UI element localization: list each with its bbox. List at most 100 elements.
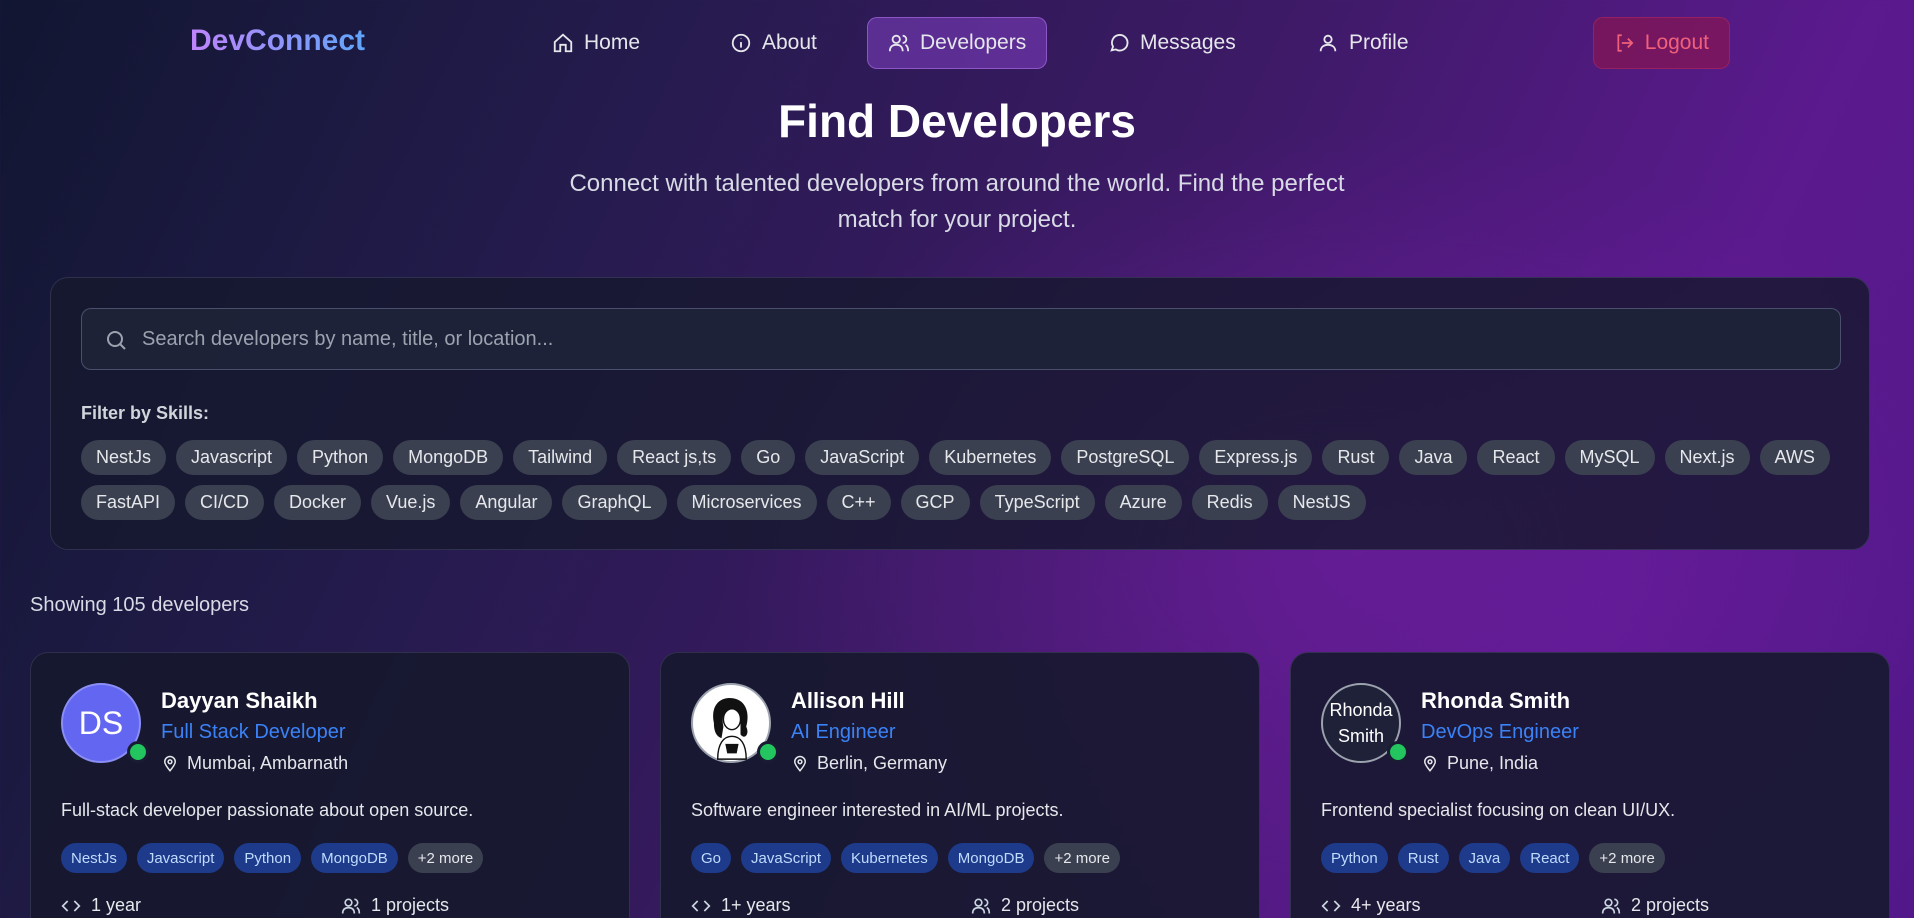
developer-card[interactable]: DS Dayyan Shaikh Full Stack Developer Mu…	[30, 652, 630, 918]
avatar-alt-text: Rhonda Smith	[1329, 700, 1393, 746]
skill-filter-chip[interactable]: C++	[826, 485, 891, 520]
more-skills-badge: +2 more	[1589, 843, 1665, 873]
message-icon	[1110, 34, 1129, 52]
projects-text: 1 projects	[371, 895, 450, 915]
users-icon	[341, 898, 361, 914]
skill-filter-chip[interactable]: Tailwind	[513, 440, 608, 475]
nav-messages[interactable]: Messages	[1088, 17, 1256, 69]
more-skills-badge: +2 more	[407, 843, 484, 873]
user-icon	[1319, 34, 1337, 52]
filter-panel: Filter by Skills: NestJs Javascript Python…	[50, 277, 1870, 550]
projects-text: 2 projects	[1631, 895, 1710, 915]
avatar[interactable]	[691, 683, 779, 763]
top-navbar: DevConnect Home About Developers Message…	[0, 0, 1914, 86]
skill-filter-chip[interactable]: React js,ts	[617, 440, 732, 475]
developer-name[interactable]: Rhonda Smith	[1421, 688, 1570, 714]
skill-filter-chip[interactable]: Express.js	[1199, 440, 1313, 475]
developer-title: Full Stack Developer	[161, 721, 346, 743]
developer-bio: Frontend specialist focusing on clean UI…	[1321, 800, 1676, 820]
skill-filter-chip[interactable]: Redis	[1191, 485, 1268, 520]
developer-name[interactable]: Dayyan Shaikh	[161, 688, 318, 714]
skill-tag: Go	[691, 843, 732, 873]
nav-home-label: Home	[584, 31, 641, 54]
avatar-initials: DS	[78, 704, 124, 741]
logout-button[interactable]: Logout	[1593, 17, 1730, 69]
experience-text: 4+ years	[1351, 895, 1421, 915]
more-skills-badge: +2 more	[1044, 843, 1120, 873]
skill-tag: React	[1520, 843, 1580, 873]
developer-skill-tags: NestJs Javascript Python MongoDB +2 more	[61, 843, 484, 873]
skill-tag: MongoDB	[947, 843, 1035, 873]
developer-name[interactable]: Allison Hill	[791, 688, 905, 714]
developer-card-list: DS Dayyan Shaikh Full Stack Developer Mu…	[30, 652, 1890, 918]
page-title: Find Developers	[778, 95, 1136, 147]
developer-experience: 1+ years	[691, 895, 791, 916]
search-icon	[107, 331, 126, 350]
skill-filter-chip[interactable]: MySQL	[1564, 440, 1655, 475]
skill-tag: Python	[234, 843, 302, 873]
code-icon	[61, 899, 81, 912]
skill-filter-chip[interactable]: GraphQL	[562, 485, 667, 520]
developer-location: Mumbai, Ambarnath	[161, 753, 348, 774]
users-icon	[888, 34, 910, 52]
nav-developers-label: Developers	[920, 31, 1027, 54]
skill-tag: Javascript	[136, 843, 225, 873]
developer-title: DevOps Engineer	[1421, 721, 1579, 743]
nav-home[interactable]: Home	[532, 17, 660, 69]
developer-title: AI Engineer	[791, 721, 896, 743]
avatar[interactable]: DS	[61, 683, 149, 763]
skill-filter-chip[interactable]: NestJs	[81, 440, 167, 475]
nav-profile-label: Profile	[1349, 31, 1409, 54]
skill-filter-chip[interactable]: NestJS	[1277, 485, 1366, 520]
location-text: Mumbai, Ambarnath	[187, 753, 349, 773]
skill-filter-chip[interactable]: Microservices	[676, 485, 817, 520]
developer-card[interactable]: Allison Hill AI Engineer Berlin, Germany…	[660, 652, 1260, 918]
nav-about-label: About	[762, 31, 817, 54]
avatar[interactable]: Rhonda Smith	[1321, 683, 1409, 763]
skill-tag: NestJs	[61, 843, 127, 873]
users-icon	[971, 898, 991, 914]
skill-filter-chip[interactable]: PostgreSQL	[1061, 440, 1190, 475]
developer-experience: 1 year	[61, 895, 141, 916]
skill-filter-chip[interactable]: FastAPI	[81, 485, 176, 520]
experience-text: 1+ years	[721, 895, 791, 915]
skill-filter-chip[interactable]: Vue.js	[371, 485, 451, 520]
search-input[interactable]	[142, 309, 1822, 369]
developer-location: Pune, India	[1421, 753, 1538, 774]
skill-filter-list: NestJs Javascript Python MongoDB Tailwind Rea…	[81, 440, 1851, 520]
skill-filter-chip[interactable]: CI/CD	[185, 485, 265, 520]
nav-about[interactable]: About	[710, 17, 837, 69]
skill-tag: Kubernetes	[841, 843, 938, 873]
skill-filter-chip[interactable]: Go	[741, 440, 796, 475]
skill-filter-chip[interactable]: Javascript	[176, 440, 288, 475]
developer-location: Berlin, Germany	[791, 753, 947, 774]
location-pin-icon	[1423, 755, 1437, 772]
location-text: Berlin, Germany	[817, 753, 948, 773]
skill-filter-chip[interactable]: Rust	[1322, 440, 1390, 475]
skill-filter-chip[interactable]: MongoDB	[393, 440, 504, 475]
nav-profile[interactable]: Profile	[1297, 17, 1429, 69]
developer-skill-tags: Python Rust Java React +2 more	[1321, 843, 1665, 873]
developer-card[interactable]: Rhonda Smith Rhonda Smith DevOps Enginee…	[1290, 652, 1890, 918]
skill-filter-chip[interactable]: Java	[1399, 440, 1468, 475]
skill-filter-chip[interactable]: Kubernetes	[929, 440, 1052, 475]
skill-filter-chip[interactable]: Angular	[460, 485, 553, 520]
nav-developers[interactable]: Developers	[867, 17, 1048, 69]
experience-text: 1 year	[91, 895, 142, 915]
logout-label: Logout	[1644, 31, 1709, 54]
skill-filter-chip[interactable]: JavaScript	[805, 440, 920, 475]
skill-filter-chip[interactable]: Azure	[1104, 485, 1182, 520]
users-icon	[1601, 898, 1621, 914]
skill-filter-chip[interactable]: React	[1477, 440, 1555, 475]
skill-filter-chip[interactable]: Next.js	[1664, 440, 1750, 475]
skill-filter-chip[interactable]: Python	[297, 440, 384, 475]
skill-filter-chip[interactable]: Docker	[274, 485, 362, 520]
developer-experience: 4+ years	[1321, 895, 1421, 916]
skill-filter-chip[interactable]: TypeScript	[979, 485, 1095, 520]
code-icon	[1321, 899, 1341, 912]
skill-filter-chip[interactable]: AWS	[1759, 440, 1830, 475]
brand-logo[interactable]: DevConnect	[190, 24, 365, 58]
skill-tag: Java	[1458, 843, 1511, 873]
skill-filter-chip[interactable]: GCP	[900, 485, 970, 520]
search-box[interactable]	[81, 308, 1841, 370]
